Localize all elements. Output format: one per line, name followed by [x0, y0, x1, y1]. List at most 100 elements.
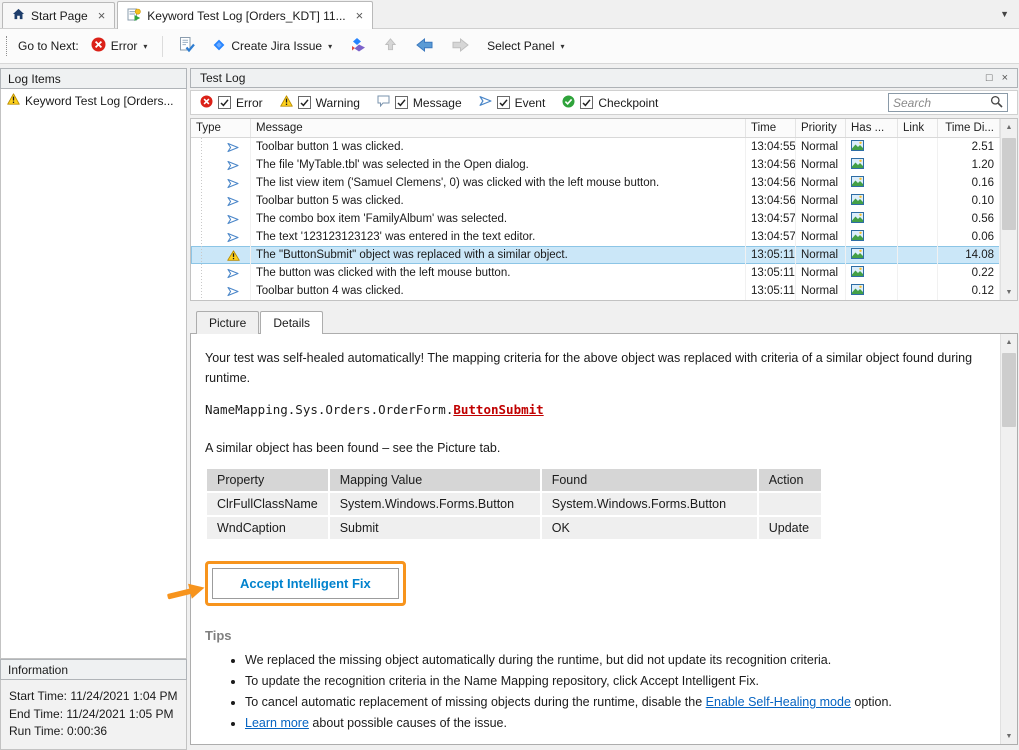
warning-checkbox: [298, 96, 311, 109]
column-header-message[interactable]: Message: [251, 119, 746, 137]
mapping-path-text: NameMapping.Sys.Orders.OrderForm.ButtonS…: [205, 402, 986, 417]
create-jira-issue-button[interactable]: Create Jira Issue ▾: [207, 34, 337, 59]
filter-message[interactable]: Message: [377, 95, 462, 110]
scroll-up-icon[interactable]: ▲: [1001, 119, 1017, 135]
select-panel-button[interactable]: Select Panel ▾: [482, 35, 569, 57]
close-icon[interactable]: ×: [356, 9, 364, 22]
column-header-priority[interactable]: Priority: [796, 119, 846, 137]
tab-list-chevron-icon[interactable]: ▼: [1000, 9, 1009, 19]
event-icon: [227, 286, 239, 297]
tip-item: To update the recognition criteria in th…: [245, 672, 986, 690]
picture-icon: [851, 140, 864, 154]
move-up-button[interactable]: [378, 33, 403, 59]
log-row-selected[interactable]: The "ButtonSubmit" object was replaced w…: [191, 246, 1000, 264]
filter-error[interactable]: Error: [200, 95, 263, 111]
message-icon: [377, 95, 390, 110]
report-document-icon: [178, 36, 195, 56]
scroll-down-icon[interactable]: ▼: [1001, 284, 1017, 300]
log-message: The "ButtonSubmit" object was replaced w…: [251, 246, 746, 264]
mapping-object-name: ButtonSubmit: [453, 402, 543, 417]
learn-more-link[interactable]: Learn more: [245, 716, 309, 730]
scroll-down-icon[interactable]: ▼: [1001, 728, 1017, 744]
float-panel-icon[interactable]: □: [986, 73, 993, 84]
test-log-panel: Test Log □ × Error Warning Message: [190, 68, 1018, 745]
column-header-link[interactable]: Link: [898, 119, 938, 137]
search-icon[interactable]: [990, 95, 1003, 111]
enable-self-healing-link[interactable]: Enable Self-Healing mode: [706, 695, 851, 709]
criteria-row: WndCaption Submit OK Update: [207, 517, 821, 539]
log-message: The file 'MyTable.tbl' was selected in t…: [251, 156, 746, 174]
error-checkbox: [218, 96, 231, 109]
event-icon: [479, 95, 492, 110]
event-icon: [227, 178, 239, 189]
left-arrow-icon: [415, 37, 434, 56]
error-icon: [200, 95, 213, 111]
post-summary-button[interactable]: [173, 32, 200, 60]
scrollbar-thumb[interactable]: [1002, 353, 1016, 427]
picture-icon: [851, 266, 864, 280]
log-toolbar: Go to Next: Error ▾ Create Jira Issue ▾ …: [0, 29, 1019, 64]
close-icon[interactable]: ×: [98, 9, 106, 22]
scrollbar-thumb[interactable]: [1002, 138, 1016, 230]
checkpoint-icon: [562, 95, 575, 111]
log-row[interactable]: The combo box item 'FamilyAlbum' was sel…: [191, 210, 1000, 228]
criteria-header-property: Property: [207, 469, 328, 491]
log-items-panel-header: Log Items: [0, 68, 187, 89]
forward-button[interactable]: [446, 33, 475, 60]
log-row[interactable]: Toolbar button 5 was clicked. 13:04:56 N…: [191, 192, 1000, 210]
toolbar-drag-handle[interactable]: [6, 36, 9, 56]
share-results-button[interactable]: [344, 33, 371, 60]
event-icon: [227, 214, 239, 225]
criteria-header-found: Found: [542, 469, 757, 491]
testcomplete-window: Start Page × Keyword Test Log [Orders_KD…: [0, 0, 1019, 750]
test-log-table: Type Message Time Priority Has ... Link …: [190, 118, 1018, 301]
filter-bar: Error Warning Message Event Checkpoint: [190, 90, 1018, 115]
log-message: The text '123123123123' was entered in t…: [251, 228, 746, 246]
filter-warning[interactable]: Warning: [280, 95, 360, 110]
picture-icon: [851, 158, 864, 172]
log-row[interactable]: Toolbar button 1 was clicked. 13:04:55 N…: [191, 138, 1000, 156]
left-sidebar: Log Items Keyword Test Log [Orders... In…: [0, 68, 187, 750]
picture-icon: [851, 248, 864, 262]
tab-details[interactable]: Details: [260, 311, 323, 334]
message-checkbox: [395, 96, 408, 109]
log-row[interactable]: The button was clicked with the left mou…: [191, 264, 1000, 282]
criteria-row: ClrFullClassName System.Windows.Forms.Bu…: [207, 493, 821, 515]
go-to-next-error-button[interactable]: Error ▾: [86, 33, 153, 59]
tab-picture[interactable]: Picture: [196, 311, 259, 334]
event-checkbox: [497, 96, 510, 109]
accept-intelligent-fix-button[interactable]: Accept Intelligent Fix: [212, 568, 399, 599]
log-message: The combo box item 'FamilyAlbum' was sel…: [251, 210, 746, 228]
table-body: Toolbar button 1 was clicked. 13:04:55 N…: [191, 138, 1000, 300]
column-header-has-picture[interactable]: Has ...: [846, 119, 898, 137]
picture-icon: [851, 194, 864, 208]
criteria-header-action: Action: [759, 469, 821, 491]
test-log-titlebar: Test Log □ ×: [190, 68, 1018, 88]
tab-start-page[interactable]: Start Page ×: [2, 2, 115, 28]
filter-event[interactable]: Event: [479, 95, 546, 110]
end-time-text: End Time: 11/24/2021 1:05 PM: [9, 706, 178, 724]
log-row[interactable]: The text '123123123123' was entered in t…: [191, 228, 1000, 246]
column-header-time[interactable]: Time: [746, 119, 796, 137]
filter-checkpoint[interactable]: Checkpoint: [562, 95, 658, 111]
tab-label: Keyword Test Log [Orders_KDT] 11...: [147, 9, 345, 23]
search-input[interactable]: [893, 96, 990, 110]
log-row[interactable]: The file 'MyTable.tbl' was selected in t…: [191, 156, 1000, 174]
run-time-text: Run Time: 0:00:36: [9, 723, 178, 741]
back-button[interactable]: [410, 33, 439, 60]
column-header-type[interactable]: Type: [191, 119, 251, 137]
table-scrollbar: ▲ ▼: [1000, 119, 1017, 300]
log-row[interactable]: The list view item ('Samuel Clemens', 0)…: [191, 174, 1000, 192]
log-message: Toolbar button 4 was clicked.: [251, 282, 746, 300]
close-panel-icon[interactable]: ×: [1002, 73, 1008, 84]
tab-keyword-test-log[interactable]: Keyword Test Log [Orders_KDT] 11... ×: [117, 1, 373, 29]
event-icon: [227, 142, 239, 153]
tree-item-keyword-test-log[interactable]: Keyword Test Log [Orders...: [1, 89, 186, 112]
log-row[interactable]: Toolbar button 4 was clicked. 13:05:11 N…: [191, 282, 1000, 300]
column-header-time-diff[interactable]: Time Di...: [938, 119, 1000, 137]
picture-icon: [851, 212, 864, 226]
right-arrow-icon: [451, 37, 470, 56]
self-healed-text: Your test was self-healed automatically!…: [205, 348, 986, 388]
scroll-up-icon[interactable]: ▲: [1001, 334, 1017, 350]
picture-icon: [851, 284, 864, 298]
